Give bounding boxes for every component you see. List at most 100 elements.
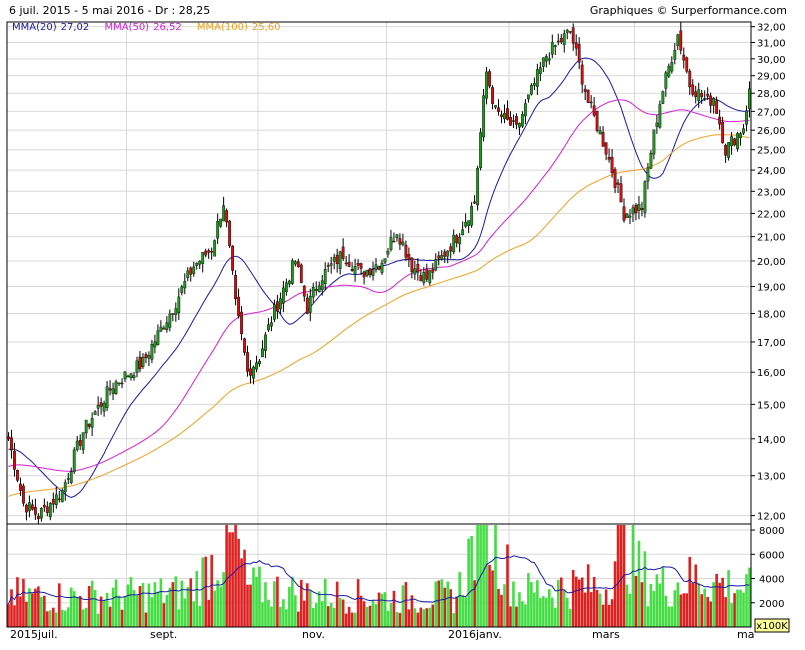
price-tick-label: 12,00 — [757, 512, 786, 523]
candle-body — [63, 482, 67, 493]
candle-body — [114, 381, 118, 394]
volume-bar — [332, 607, 336, 627]
candle-body — [398, 238, 402, 245]
candle-body — [36, 515, 40, 520]
volume-bar — [392, 590, 396, 627]
volume-bar — [691, 583, 695, 627]
candle-body — [712, 98, 716, 106]
volume-bar — [604, 589, 608, 627]
candle-body — [724, 145, 728, 156]
volume-bar — [168, 587, 172, 627]
volume-bar — [697, 583, 701, 627]
volume-bar — [320, 601, 324, 627]
candle-body — [395, 234, 399, 239]
candle-body — [87, 423, 91, 427]
candle-body — [261, 348, 264, 358]
legend-ma20-value: 27,02 — [60, 22, 90, 33]
candle-body — [105, 386, 109, 408]
candle-body — [598, 130, 602, 135]
candle-body — [515, 116, 518, 125]
candle-body — [153, 341, 157, 348]
volume-bar — [401, 585, 405, 627]
candle-body — [485, 71, 488, 99]
volume-bar — [66, 607, 70, 627]
price-tick-label: 29,00 — [757, 72, 786, 83]
volume-bar — [99, 596, 103, 627]
candle-body — [16, 470, 19, 481]
volume-bar — [536, 580, 539, 627]
candle-body — [700, 93, 704, 98]
candle-body — [595, 110, 599, 131]
volume-bar — [25, 601, 28, 627]
volume-bar — [631, 525, 635, 627]
volume-bar — [22, 578, 25, 627]
candle-body — [335, 254, 339, 264]
candle-body — [577, 44, 581, 63]
candle-body — [99, 402, 103, 407]
candle-body — [730, 136, 733, 147]
price-tick-label: 26,00 — [757, 126, 786, 137]
volume-bar — [452, 613, 455, 627]
volume-bar — [434, 581, 438, 627]
volume-bar — [512, 581, 515, 627]
volume-bar — [90, 580, 94, 627]
volume-bar — [210, 554, 213, 627]
volume-bar — [195, 570, 199, 627]
candle-body — [437, 255, 441, 259]
volume-bar — [52, 607, 55, 627]
volume-bar — [727, 570, 730, 627]
volume-bar — [580, 577, 584, 627]
candle-body — [302, 285, 306, 297]
candle-body — [216, 221, 220, 239]
candle-body — [452, 234, 456, 253]
candle-body — [207, 250, 211, 253]
volume-bar — [225, 525, 228, 627]
volume-bar — [255, 577, 258, 627]
volume-bar — [180, 580, 184, 627]
volume-bar — [524, 604, 527, 627]
candle-body — [431, 269, 435, 273]
volume-bar — [16, 577, 19, 627]
candle-body — [290, 260, 294, 284]
volume-bar — [228, 532, 231, 627]
candle-body — [532, 83, 536, 86]
candle-body — [529, 85, 533, 95]
volume-bar — [706, 596, 709, 627]
volume-bar — [183, 598, 187, 627]
candle-body — [144, 354, 148, 358]
candle-body — [368, 268, 372, 276]
volume-bar — [500, 594, 503, 627]
volume-bar — [712, 582, 715, 627]
volume-bar — [10, 589, 13, 627]
volume-bar — [335, 581, 339, 627]
volume-bar — [586, 564, 590, 627]
candle-body — [604, 142, 608, 155]
candle-body — [305, 297, 309, 314]
ma-legend: MMA(20) 27,02 MMA(50) 26,52 MMA(100) 25,60 — [12, 22, 285, 33]
volume-bar — [365, 606, 369, 627]
volume-bar — [461, 595, 464, 627]
candle-body — [165, 322, 169, 331]
volume-bar — [398, 612, 402, 627]
volume-bar — [63, 610, 67, 627]
legend-ma100-label: MMA(100) — [196, 22, 248, 33]
candle-body — [601, 132, 605, 147]
volume-bar — [34, 588, 37, 627]
volume-bar — [359, 595, 363, 627]
volume-bar — [126, 584, 130, 627]
candle-body — [90, 418, 94, 428]
volume-bar — [748, 567, 751, 627]
volume-bar — [204, 556, 207, 627]
volume-bar — [156, 591, 160, 627]
candle-body — [586, 89, 590, 103]
candle-body — [249, 368, 252, 376]
volume-bar — [688, 556, 692, 627]
volume-bar — [317, 591, 321, 627]
candle-body — [281, 287, 285, 304]
candle-body — [691, 84, 695, 95]
candle-body — [371, 269, 375, 276]
volume-bar — [646, 606, 650, 627]
volume-bar — [102, 600, 106, 627]
volume-bar — [574, 576, 578, 627]
legend-ma100-value: 25,60 — [251, 22, 281, 33]
